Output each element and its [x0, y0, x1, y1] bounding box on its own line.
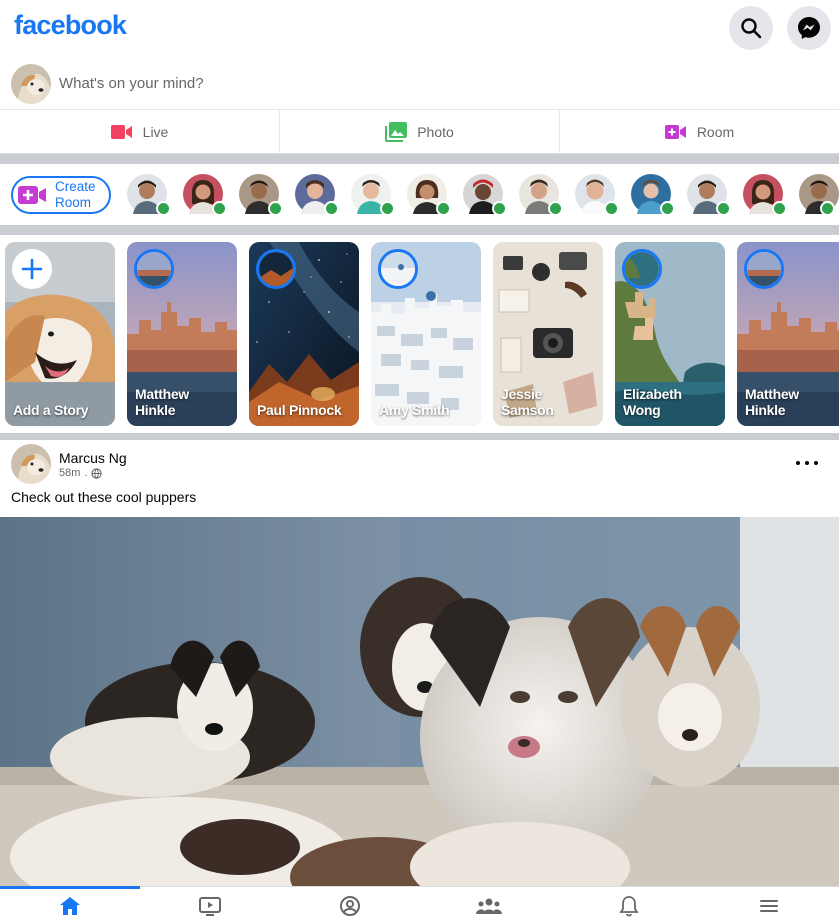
photo-label: Photo — [417, 123, 454, 140]
post-meta: 58m . — [59, 467, 103, 479]
story-name: Amy Smith — [379, 402, 450, 418]
online-status-dot — [604, 201, 619, 216]
story-avatar — [744, 249, 784, 289]
story-card[interactable]: Amy Smith — [371, 242, 481, 426]
menu-icon — [760, 899, 779, 912]
story-name: Jessie Samson — [501, 386, 554, 418]
online-status-dot — [380, 201, 395, 216]
online-status-dot — [436, 201, 451, 216]
room-contact[interactable] — [799, 174, 839, 216]
online-status-dot — [492, 201, 507, 216]
home-icon — [59, 896, 80, 915]
more-dot-icon — [805, 461, 809, 465]
video-plus-icon — [18, 186, 46, 204]
story-name: Paul Pinnock — [257, 402, 342, 418]
facebook-logo[interactable]: facebook — [14, 10, 127, 41]
status-input[interactable]: What's on your mind? — [59, 75, 204, 92]
post-author-avatar[interactable] — [11, 444, 51, 484]
room-contact[interactable] — [351, 174, 395, 216]
composer-actions: Live Photo Room — [0, 110, 839, 154]
room-contact[interactable] — [407, 174, 451, 216]
post-author-name[interactable]: Marcus Ng — [59, 450, 127, 466]
story-card[interactable]: Matthew Hinkle — [127, 242, 237, 426]
more-dot-icon — [814, 461, 818, 465]
post-text: Check out these cool puppers — [11, 489, 197, 505]
stories-bar: Add a Story Matthew Hinkle Paul Pinnock … — [0, 235, 839, 433]
story-card[interactable]: Elizabeth Wong — [615, 242, 725, 426]
online-status-dot — [548, 201, 563, 216]
live-button[interactable]: Live — [0, 110, 280, 154]
story-name: Elizabeth Wong — [623, 386, 682, 418]
story-card[interactable]: Matthew Hinkle — [737, 242, 839, 426]
create-room-label: Create Room — [55, 179, 96, 210]
post-composer: What's on your mind? Live Photo Room — [0, 56, 839, 154]
watch-icon — [198, 896, 221, 916]
video-camera-icon — [110, 124, 132, 139]
groups-icon — [476, 898, 503, 914]
nav-notifications[interactable] — [559, 887, 699, 924]
rooms-bar: Create Room — [0, 164, 839, 225]
search-button[interactable] — [729, 6, 773, 50]
online-status-dot — [820, 201, 835, 216]
facebook-mobile-app: facebook What's on your mind? Live Photo… — [0, 0, 839, 924]
more-dot-icon — [796, 461, 800, 465]
post-photo[interactable] — [0, 517, 839, 886]
story-card-add[interactable]: Add a Story — [5, 242, 115, 426]
story-avatar — [378, 249, 418, 289]
room-contact[interactable] — [575, 174, 619, 216]
messenger-button[interactable] — [787, 6, 831, 50]
photo-button[interactable]: Photo — [280, 110, 560, 154]
create-room-button[interactable]: Create Room — [11, 176, 111, 214]
post-time[interactable]: 58m — [59, 467, 80, 479]
nav-menu[interactable] — [699, 887, 839, 924]
nav-home[interactable] — [0, 886, 140, 924]
online-status-dot — [324, 201, 339, 216]
photo-icon — [385, 121, 408, 142]
online-status-dot — [212, 201, 227, 216]
nav-watch[interactable] — [140, 887, 280, 924]
story-name: Add a Story — [13, 402, 89, 418]
online-status-dot — [716, 201, 731, 216]
online-status-dot — [268, 201, 283, 216]
profile-icon — [339, 895, 360, 916]
nav-profile[interactable] — [280, 887, 420, 924]
live-label: Live — [142, 123, 169, 140]
room-contact[interactable] — [743, 174, 787, 216]
story-name: Matthew Hinkle — [135, 386, 189, 418]
meta-separator: . — [84, 467, 88, 479]
room-contact[interactable] — [687, 174, 731, 216]
story-name: Matthew Hinkle — [745, 386, 799, 418]
story-avatar — [134, 249, 174, 289]
room-label: Room — [696, 123, 735, 140]
globe-icon — [91, 467, 103, 479]
add-story-button[interactable] — [12, 249, 52, 289]
video-plus-icon — [664, 124, 686, 139]
user-avatar[interactable] — [11, 64, 51, 104]
story-avatar — [622, 249, 662, 289]
story-card[interactable]: Paul Pinnock — [249, 242, 359, 426]
room-contact[interactable] — [295, 174, 339, 216]
story-avatar — [256, 249, 296, 289]
room-contact[interactable] — [127, 174, 171, 216]
room-contact[interactable] — [631, 174, 675, 216]
search-icon — [741, 18, 762, 39]
feed-post: Marcus Ng 58m . Check out these cool pup… — [0, 440, 839, 886]
room-button[interactable]: Room — [560, 110, 839, 154]
online-status-dot — [156, 201, 171, 216]
room-contact[interactable] — [183, 174, 227, 216]
plus-icon — [21, 258, 43, 280]
nav-groups[interactable] — [419, 887, 559, 924]
room-contact[interactable] — [463, 174, 507, 216]
room-contact[interactable] — [239, 174, 283, 216]
story-card[interactable]: Jessie Samson — [493, 242, 603, 426]
online-status-dot — [772, 201, 787, 216]
bottom-navigation — [0, 886, 839, 924]
bell-icon — [619, 895, 639, 916]
room-contact[interactable] — [519, 174, 563, 216]
online-status-dot — [660, 201, 675, 216]
messenger-icon — [798, 17, 820, 39]
top-header: facebook — [0, 0, 839, 56]
post-options-button[interactable] — [796, 456, 818, 470]
